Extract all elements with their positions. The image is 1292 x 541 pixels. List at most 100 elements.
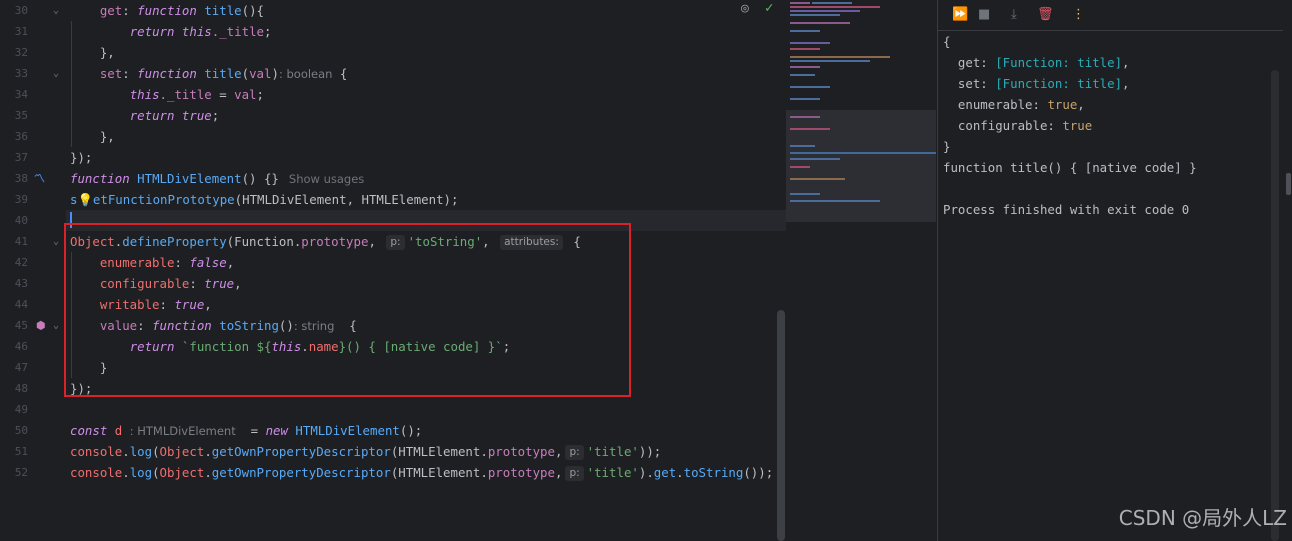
- token: ());: [743, 465, 774, 480]
- console-line: get: [Function: title],: [943, 52, 1130, 73]
- reader-mode-off-icon[interactable]: ◎: [741, 1, 749, 16]
- line-number: 37: [14, 151, 28, 164]
- console-scrollbar[interactable]: [1271, 70, 1279, 541]
- stop-icon[interactable]: ■: [978, 7, 990, 23]
- console-value: true: [1047, 97, 1078, 112]
- token: ;: [263, 24, 272, 39]
- token: HTMLDivElement: [242, 192, 347, 207]
- token: prototype: [487, 465, 555, 480]
- token: ._title: [159, 87, 212, 102]
- line-number: 31: [14, 25, 28, 38]
- token: (){: [241, 3, 265, 18]
- minimap-line: [790, 48, 820, 50]
- token: set: [99, 66, 123, 81]
- minimap-line: [790, 158, 840, 160]
- console-value: [Function: title]: [995, 55, 1123, 70]
- minimap-line: [790, 128, 830, 130]
- fold-chevron-icon[interactable]: ⌄: [53, 231, 59, 252]
- line-number: 34: [14, 88, 28, 101]
- token: .: [204, 465, 212, 480]
- line-number: 43: [14, 277, 28, 290]
- console-text: function title() { [native code] }: [943, 160, 1197, 175]
- token: title: [204, 66, 242, 81]
- token: true: [181, 108, 212, 123]
- line-number: 32: [14, 46, 28, 59]
- line-number: 30: [14, 4, 28, 17]
- override-icon[interactable]: ⬢: [36, 315, 46, 336]
- rerun-icon[interactable]: ⏩: [952, 7, 968, 23]
- minimap-line: [790, 200, 880, 202]
- minimap-line: [790, 22, 850, 24]
- console-key: enumerable:: [943, 97, 1048, 112]
- token: etFunctionPrototype: [92, 192, 235, 207]
- show-usages-link[interactable]: Show usages: [289, 172, 364, 186]
- minimap-line: [790, 14, 840, 16]
- editor-scrollbar[interactable]: [777, 310, 785, 541]
- token: ,: [346, 192, 362, 207]
- token: get: [653, 465, 677, 480]
- token: log: [129, 444, 153, 459]
- console-text: ,: [1122, 76, 1130, 91]
- fold-chevron-icon[interactable]: ⌄: [53, 63, 59, 84]
- minimap-line: [790, 178, 845, 180]
- console-text: Process finished with exit code 0: [943, 202, 1190, 217]
- code-line-51: console.log(Object.getOwnPropertyDescrip…: [70, 441, 661, 462]
- run-toolbar: ⏩ ■ ⤓ 🗑 ⋮: [938, 0, 1283, 31]
- console-scrollbar-thumb[interactable]: [1286, 173, 1291, 195]
- token: console: [70, 465, 123, 480]
- code-line-34: this._title = val;: [70, 84, 264, 105]
- code-editor[interactable]: 30 31 32 33 34 35 36 37 38 39 40 41 42 4…: [0, 0, 937, 541]
- console-text: ,: [1122, 55, 1130, 70]
- scroll-to-end-icon[interactable]: ⤓: [1011, 7, 1017, 23]
- console-text: {: [943, 34, 951, 49]
- edit-icon[interactable]: 〽: [34, 168, 45, 189]
- token: val: [249, 66, 272, 81]
- watermark: CSDN @局外人LZ: [1118, 506, 1287, 530]
- code-line-36: },: [70, 126, 115, 147]
- token: ));: [638, 444, 662, 459]
- console-key: set:: [943, 76, 996, 91]
- code-line-52: console.log(Object.getOwnPropertyDescrip…: [70, 462, 773, 483]
- checkmark-icon: ✓: [765, 0, 774, 16]
- line-number: 39: [14, 193, 28, 206]
- token: () {}: [241, 171, 279, 186]
- token: ();: [399, 423, 423, 438]
- line-number: 35: [14, 109, 28, 122]
- minimap-line: [790, 86, 830, 88]
- token: .: [480, 444, 488, 459]
- code-line-39: s💡etFunctionPrototype(HTMLDivElement, HT…: [70, 189, 458, 210]
- console-line: {: [943, 31, 950, 52]
- code-line-31: return this._title;: [70, 21, 272, 42]
- lightbulb-icon[interactable]: 💡: [77, 192, 92, 207]
- token: },: [99, 129, 115, 144]
- line-number: 46: [14, 340, 28, 353]
- console-text: }: [943, 139, 951, 154]
- type-hint: : HTMLDivElement: [129, 424, 236, 438]
- token: return: [129, 24, 175, 39]
- token: toString: [683, 465, 744, 480]
- minimap-line: [790, 60, 870, 62]
- token: (: [152, 444, 160, 459]
- minimap[interactable]: [786, 0, 936, 541]
- minimap-line: [790, 145, 815, 147]
- fold-chevron-icon[interactable]: ⌄: [53, 315, 59, 336]
- console-value: [Function: title]: [995, 76, 1123, 91]
- token: get: [99, 3, 123, 18]
- fold-chevron-icon[interactable]: ⌄: [53, 0, 59, 21]
- line-number: 41: [14, 235, 28, 248]
- token: val: [234, 87, 257, 102]
- token: .: [676, 465, 684, 480]
- more-options-icon[interactable]: ⋮: [1072, 7, 1085, 23]
- clear-all-icon[interactable]: 🗑: [1037, 7, 1054, 23]
- token: getOwnPropertyDescriptor: [211, 465, 391, 480]
- minimap-line: [790, 98, 820, 100]
- token: function: [70, 171, 130, 186]
- line-number: 40: [14, 214, 28, 227]
- console-line: function title() { [native code] }: [943, 157, 1197, 178]
- minimap-line: [790, 56, 890, 58]
- process-exit-message: Process finished with exit code 0: [943, 199, 1189, 220]
- token: 'title': [586, 465, 639, 480]
- token: this: [181, 24, 212, 39]
- line-number: 51: [14, 445, 28, 458]
- console-key: get:: [943, 55, 996, 70]
